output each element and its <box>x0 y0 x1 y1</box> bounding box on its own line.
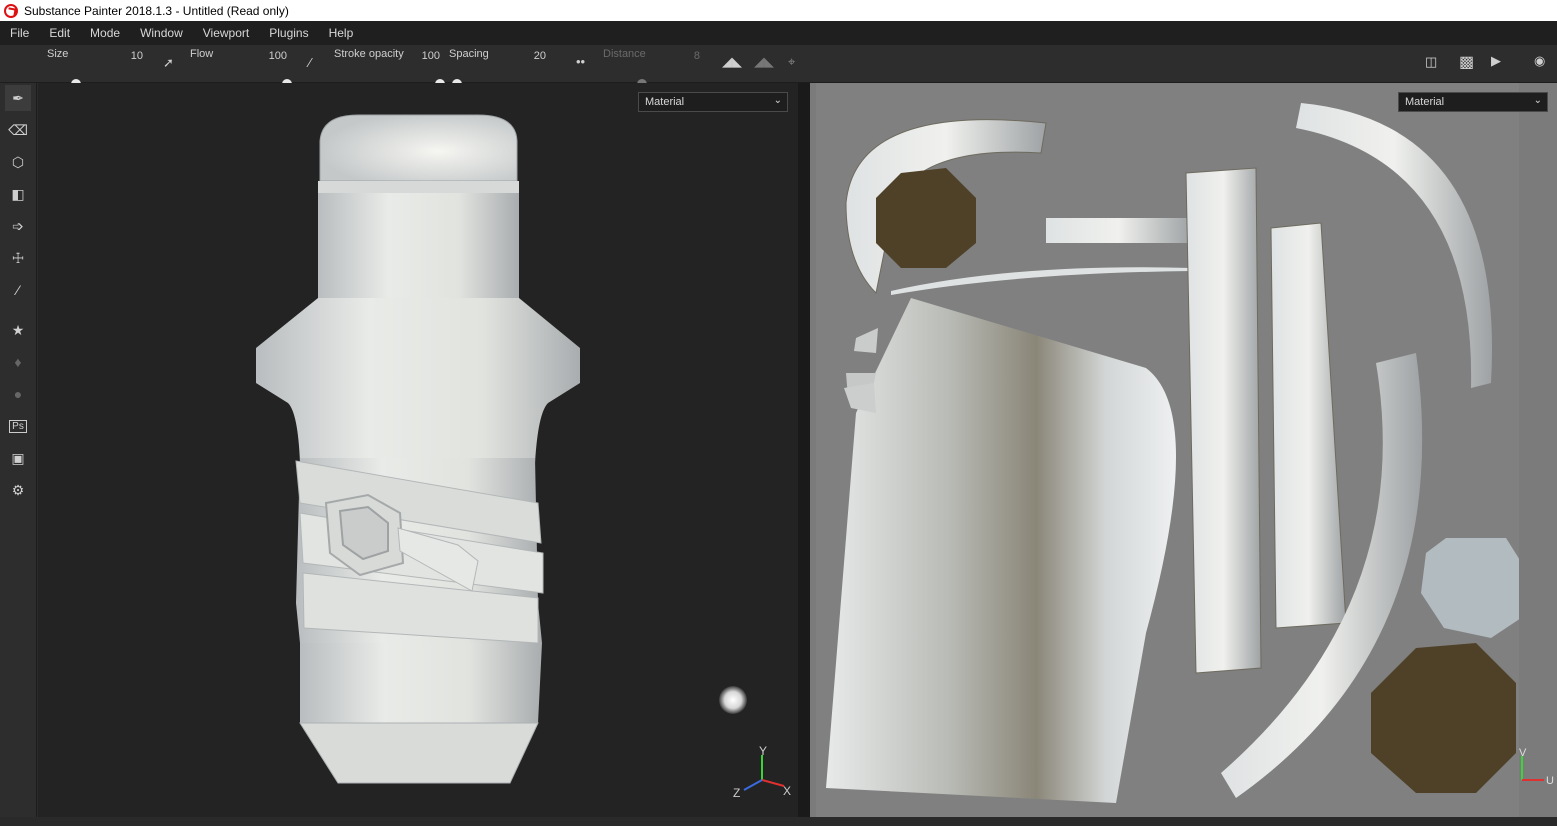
axis-gizmo: Y X Z <box>733 744 791 800</box>
viewport-splitter[interactable] <box>798 83 810 817</box>
symmetry-icon[interactable]: ◢◣ <box>722 54 742 70</box>
photoshop-icon[interactable]: Ps <box>5 413 31 439</box>
substance-icon[interactable]: ★ <box>5 317 31 343</box>
channel-dropdown-3d[interactable]: Material ⌄ <box>638 92 788 112</box>
status-bar <box>0 817 1557 826</box>
menu-edit[interactable]: Edit <box>39 26 80 40</box>
stroke-opacity-slider[interactable]: Stroke opacity 100 <box>334 47 445 89</box>
substance-logo-icon <box>4 3 18 18</box>
flow-label: Flow <box>190 48 214 60</box>
stroke-opacity-label: Stroke opacity <box>334 48 404 60</box>
clone-stamp-icon[interactable]: ☩ <box>5 245 31 271</box>
viewport-3d[interactable]: Y X Z Material ⌄ <box>38 83 798 817</box>
size-slider[interactable]: Size 10 <box>47 47 143 89</box>
distance-value: 8 <box>693 50 700 62</box>
cube-view-icon[interactable]: ▩ <box>1459 52 1474 72</box>
chevron-down-icon: ⌄ <box>773 95 782 106</box>
flow-slider[interactable]: Flow 100 <box>190 47 292 89</box>
tool-properties-bar: Size 10 ➚ Flow 100 ∕ Stroke opacity 100 … <box>0 45 1557 89</box>
distance-slider: Distance 8 <box>603 47 700 89</box>
spacing-slider[interactable]: Spacing 20 <box>449 47 546 89</box>
uv-texture-sheet[interactable] <box>816 83 1528 817</box>
axis-x-label: X <box>783 784 791 798</box>
axis-u-label: U <box>1546 775 1554 787</box>
stroke-icon[interactable]: ∕ <box>309 55 311 70</box>
menu-viewport[interactable]: Viewport <box>193 26 259 40</box>
bell-icon[interactable]: ♦ <box>5 349 31 375</box>
stroke-opacity-value[interactable]: 100 <box>422 50 440 62</box>
bottle-model[interactable]: Y X Z <box>38 83 798 817</box>
camera-video-icon[interactable]: ▶ <box>1491 53 1501 69</box>
axis-y-label: Y <box>759 744 767 758</box>
symmetry-disabled-icon: ◢◣ <box>754 54 774 69</box>
brush-alpha-icon[interactable]: ➚ <box>163 55 174 71</box>
menu-plugins[interactable]: Plugins <box>259 26 318 40</box>
chevron-down-icon: ⌄ <box>1533 95 1542 106</box>
channel-selected-2d: Material <box>1405 96 1445 108</box>
uv-axis-gizmo: V U <box>1519 748 1554 787</box>
eraser-icon[interactable]: ⌫ <box>5 117 31 143</box>
flow-value[interactable]: 100 <box>269 50 287 62</box>
menu-window[interactable]: Window <box>130 26 193 40</box>
position-icon[interactable]: ⌖ <box>788 54 795 70</box>
window-title: Substance Painter 2018.1.3 - Untitled (R… <box>24 3 289 18</box>
projection-icon[interactable]: ⬡ <box>5 149 31 175</box>
color-picker-icon[interactable]: ⁄ <box>5 277 31 303</box>
distance-label: Distance <box>603 48 646 60</box>
axis-z-label: Z <box>733 786 740 800</box>
environment-light-icon[interactable] <box>719 686 747 714</box>
title-bar: Substance Painter 2018.1.3 - Untitled (R… <box>0 0 1557 21</box>
lazy-mouse-icon[interactable]: •• <box>576 54 585 69</box>
size-value[interactable]: 10 <box>131 50 143 62</box>
size-label: Size <box>47 48 69 60</box>
paint-brush-icon[interactable]: ✒ <box>5 85 31 111</box>
smudge-icon[interactable]: ➩ <box>5 213 31 239</box>
menu-bar: File Edit Mode Window Viewport Plugins H… <box>0 21 1557 45</box>
menu-file[interactable]: File <box>0 26 39 40</box>
menu-help[interactable]: Help <box>319 26 364 40</box>
viewport-2d[interactable]: Material ⌄ V U <box>810 83 1557 817</box>
substance-source-icon[interactable]: ● <box>5 381 31 407</box>
display-mode-icon[interactable]: ◫ <box>1425 54 1437 70</box>
tools-sidebar: ✒ ⌫ ⬡ ◧ ➩ ☩ ⁄ ★ ♦ ● Ps ▣ ⚙ <box>0 83 37 826</box>
uv-islands <box>826 103 1528 803</box>
export-icon[interactable]: ▣ <box>5 445 31 471</box>
menu-mode[interactable]: Mode <box>80 26 130 40</box>
polygon-fill-icon[interactable]: ◧ <box>5 181 31 207</box>
axis-v-label: V <box>1519 748 1527 759</box>
spacing-value[interactable]: 20 <box>534 50 546 62</box>
channel-selected-3d: Material <box>645 96 685 108</box>
settings-icon[interactable]: ⚙ <box>5 477 31 503</box>
channel-dropdown-2d[interactable]: Material ⌄ <box>1398 92 1548 112</box>
screenshot-camera-icon[interactable]: ◉ <box>1534 53 1545 69</box>
spacing-label: Spacing <box>449 48 489 60</box>
